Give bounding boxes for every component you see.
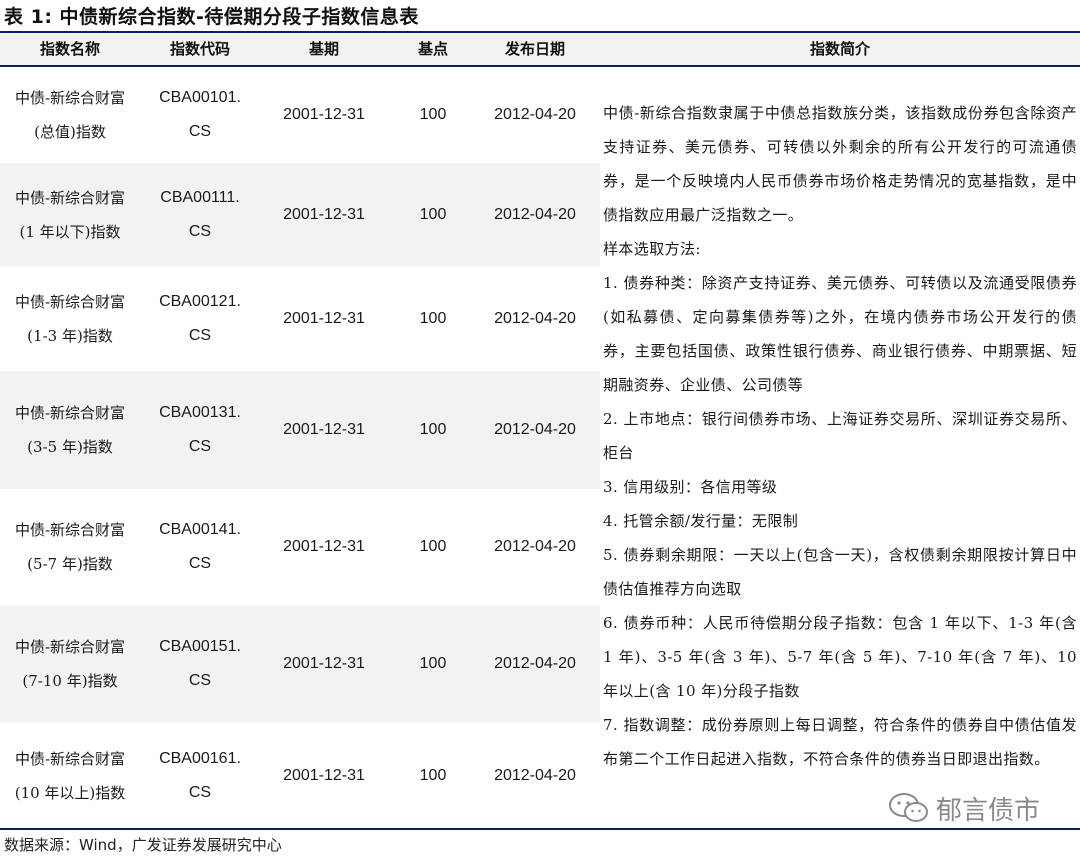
index-code-line: CBA00131. — [159, 404, 241, 421]
index-name-line: 中债-新综合财富 — [14, 521, 126, 539]
index-code-cell: CBA00151. CS — [140, 605, 260, 723]
base-point-cell: 100 — [419, 538, 447, 555]
index-name-cell: 中债-新综合财富 (总值)指数 — [0, 67, 140, 163]
index-name-line: (10 年以上)指数 — [14, 783, 126, 802]
header-base-date: 基期 — [308, 40, 339, 58]
index-name-line: (3-5 年)指数 — [27, 438, 113, 456]
table-row: 中债-新综合财富 (总值)指数 CBA00101. CS 2001-12-31 100 20… — [0, 67, 600, 163]
index-name-cell: 中债-新综合财富 (10 年以上)指数 — [0, 723, 140, 828]
bottom-rule — [0, 828, 1080, 830]
index-name-line: 中债-新综合财富 — [14, 293, 126, 311]
index-code-cell: CBA00101. CS — [140, 67, 260, 163]
table-title: 表 1: 中债新综合指数-待偿期分段子指数信息表 — [4, 6, 419, 28]
base-date-cell: 2001-12-31 — [283, 310, 365, 327]
release-date-cell: 2012-04-20 — [494, 106, 576, 123]
index-name-cell: 中债-新综合财富 (7-10 年)指数 — [0, 605, 140, 723]
description-paragraph: 4. 托管余额/发行量：无限制 — [603, 512, 799, 530]
index-code-line: CBA00141. — [159, 521, 241, 538]
release-date-cell: 2012-04-20 — [494, 310, 576, 327]
index-name-line: (总值)指数 — [34, 123, 106, 141]
release-date-cell: 2012-04-20 — [494, 655, 576, 672]
table-row: 中债-新综合财富 (5-7 年)指数 CBA00141. CS 2001-12-31 10… — [0, 489, 600, 605]
table-row: 中债-新综合财富 (1-3 年)指数 CBA00121. CS 2001-12-31 10… — [0, 267, 600, 371]
index-name-line: (1 年以下)指数 — [19, 223, 121, 241]
index-code-line: CBA00161. — [159, 749, 241, 767]
description-paragraph: 2. 上市地点：银行间债券市场、上海证券交易所、深圳证券交易所、柜台 — [603, 410, 1077, 462]
base-point-cell: 100 — [419, 206, 447, 223]
description-paragraph: 中债-新综合指数隶属于中债总指数族分类，该指数成份券包含除资产支持证券、美元债券… — [603, 104, 1077, 224]
release-date-cell: 2012-04-20 — [494, 538, 576, 555]
index-code-cell: CBA00111. CS — [140, 163, 260, 267]
watermark-text: 郁言债市 — [936, 795, 1041, 826]
index-code-line: CBA00121. — [159, 293, 241, 310]
index-name-line: 中债-新综合财富 — [14, 404, 126, 422]
index-name-cell: 中债-新综合财富 (1 年以下)指数 — [0, 163, 140, 267]
index-code-cell: CBA00141. CS — [140, 489, 260, 605]
table-row: 中债-新综合财富 (3-5 年)指数 CBA00131. CS 2001-12-31 10… — [0, 371, 600, 489]
index-code-line: CBA00101. — [159, 89, 241, 106]
table-row: 中债-新综合财富 (7-10 年)指数 CBA00151. CS 2001-12-31 1… — [0, 605, 600, 723]
header-index-code: 指数代码 — [169, 40, 230, 58]
index-code-cell: CBA00131. CS — [140, 371, 260, 489]
description-paragraph: 1. 债券种类：除资产支持证券、美元债券、可转债以及流通受限债券(如私募债、定向… — [603, 274, 1077, 394]
wechat-icon — [889, 793, 928, 822]
release-date-cell: 2012-04-20 — [494, 206, 576, 223]
release-date-cell: 2012-04-20 — [494, 421, 576, 438]
index-name-line: (5-7 年)指数 — [27, 555, 113, 573]
description-paragraph: 6. 债券币种：人民币待偿期分段子指数：包含 1 年以下、1-3 年(含 1 年… — [603, 614, 1077, 700]
header-base-point: 基点 — [417, 40, 448, 58]
base-date-cell: 2001-12-31 — [283, 655, 365, 672]
base-point-cell: 100 — [419, 421, 447, 438]
description-paragraph: 3. 信用级别：各信用等级 — [603, 478, 778, 496]
watermark: 郁言债市 — [888, 790, 1040, 826]
index-code-line: CBA00111. — [160, 189, 240, 206]
index-code-line: CS — [188, 123, 212, 140]
header-release-date: 发布日期 — [504, 40, 565, 58]
description-paragraph: 7. 指数调整：成份券原则上每日调整，符合条件的债券自中债估值发布第二个工作日起… — [603, 716, 1077, 768]
index-description: 中债-新综合指数隶属于中债总指数族分类，该指数成份券包含除资产支持证券、美元债券… — [603, 96, 1077, 776]
index-code-line: CS — [188, 672, 212, 689]
header-description: 指数简介 — [809, 40, 870, 58]
header-index-name: 指数名称 — [39, 40, 100, 58]
index-code-line: CS — [188, 438, 212, 455]
index-code-line: CS — [188, 327, 212, 344]
index-name-line: 中债-新综合财富 — [14, 749, 126, 768]
index-name-line: 中债-新综合财富 — [14, 189, 126, 207]
table-row: 中债-新综合财富 (10 年以上)指数 CBA00161. CS 2001-12-31 1… — [0, 723, 600, 828]
base-point-cell: 100 — [419, 655, 447, 672]
base-date-cell: 2001-12-31 — [283, 538, 365, 555]
index-code-line: CS — [188, 783, 212, 801]
base-date-cell: 2001-12-31 — [283, 206, 365, 223]
data-source: 数据来源：Wind，广发证券发展研究中心 — [4, 836, 282, 854]
index-name-cell: 中债-新综合财富 (1-3 年)指数 — [0, 267, 140, 371]
description-paragraph: 5. 债券剩余期限：一天以上(包含一天)，含权债剩余期限按计算日中债估值推荐方向… — [603, 546, 1077, 598]
base-point-cell: 100 — [419, 310, 447, 327]
index-name-line: 中债-新综合财富 — [14, 89, 126, 107]
index-name-line: (7-10 年)指数 — [22, 672, 118, 690]
base-point-cell: 100 — [419, 766, 447, 784]
release-date-cell: 2012-04-20 — [494, 766, 576, 784]
base-date-cell: 2001-12-31 — [283, 106, 365, 123]
index-name-cell: 中债-新综合财富 (5-7 年)指数 — [0, 489, 140, 605]
base-point-cell: 100 — [419, 106, 447, 123]
index-name-cell: 中债-新综合财富 (3-5 年)指数 — [0, 371, 140, 489]
index-name-line: 中债-新综合财富 — [14, 638, 126, 656]
base-date-cell: 2001-12-31 — [283, 421, 365, 438]
index-code-cell: CBA00121. CS — [140, 267, 260, 371]
description-paragraph: 样本选取方法: — [603, 240, 701, 258]
index-code-line: CBA00151. — [159, 638, 241, 655]
table-header: 指数名称 指数代码 基期 基点 发布日期 指数简介 — [0, 33, 1080, 65]
index-code-line: CS — [188, 223, 212, 240]
table-row: 中债-新综合财富 (1 年以下)指数 CBA00111. CS 2001-12-31 10… — [0, 163, 600, 267]
index-code-cell: CBA00161. CS — [140, 723, 260, 828]
base-date-cell: 2001-12-31 — [283, 766, 365, 784]
index-code-line: CS — [188, 555, 212, 572]
index-name-line: (1-3 年)指数 — [27, 327, 113, 345]
